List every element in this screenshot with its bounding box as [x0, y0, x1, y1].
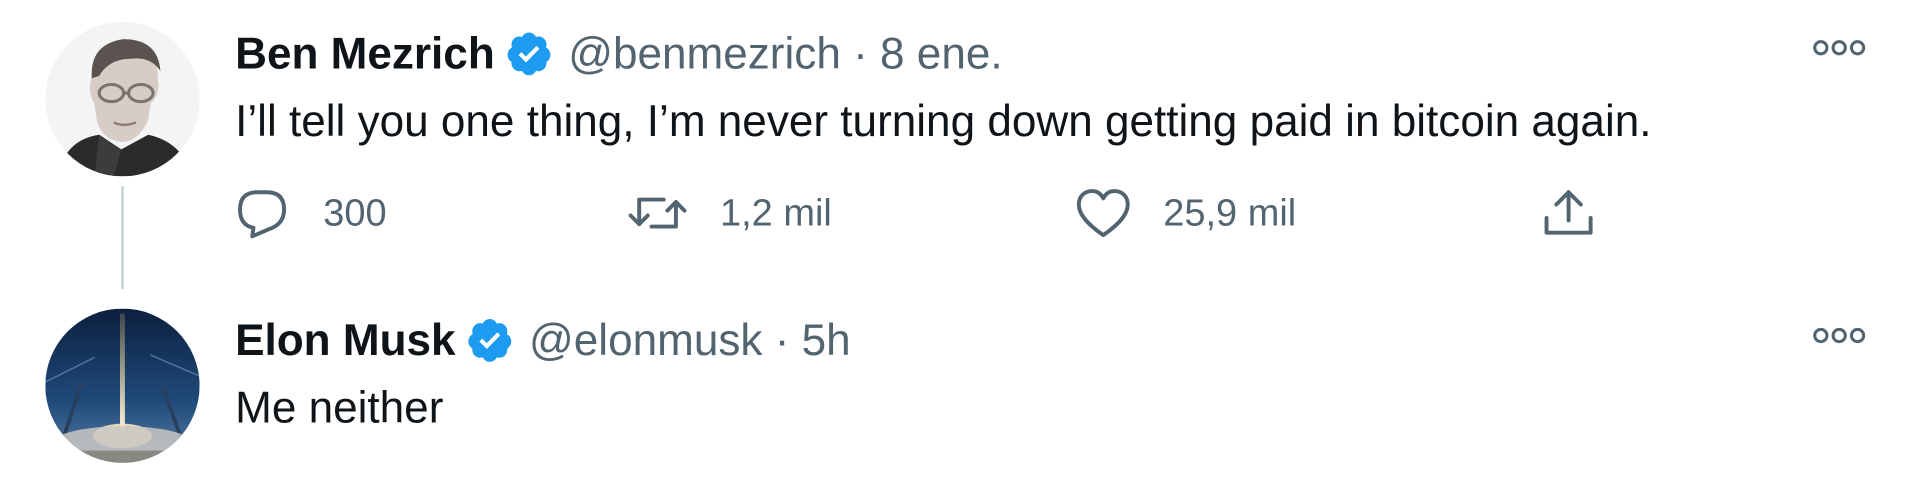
author-name[interactable]: Ben Mezrich — [235, 31, 495, 76]
retweet-icon — [628, 197, 687, 229]
share-button[interactable] — [1540, 186, 1596, 240]
verified-badge-icon — [468, 318, 512, 362]
retweet-count: 1,2 mil — [720, 191, 832, 234]
retweet-button[interactable]: 1,2 mil — [627, 187, 832, 238]
heart-icon — [1076, 189, 1130, 238]
avatar-ben-mezrich[interactable] — [45, 22, 200, 177]
like-count: 25,9 mil — [1163, 191, 1297, 234]
tweet-timestamp[interactable]: 5h — [802, 318, 851, 362]
tweet-text: I’ll tell you one thing, I’m never turni… — [235, 95, 1652, 146]
share-icon — [1544, 190, 1593, 235]
reply-count: 300 — [323, 191, 387, 234]
tweet-header: Elon Musk @elonmusk · 5h — [235, 316, 851, 365]
tweet-timestamp[interactable]: 8 ene. — [880, 31, 1003, 76]
author-handle[interactable]: @benmezrich — [568, 31, 841, 76]
reply-button[interactable]: 300 — [235, 187, 387, 239]
author-name[interactable]: Elon Musk — [235, 318, 455, 362]
more-options-icon[interactable] — [1812, 326, 1866, 346]
thread-connector-line — [121, 186, 124, 289]
tweet-header: Ben Mezrich @benmezrich · 8 ene. — [235, 28, 1003, 79]
verified-badge-icon — [507, 32, 551, 76]
reply-icon — [238, 190, 287, 239]
avatar-elon-musk[interactable] — [45, 308, 200, 463]
author-handle[interactable]: @elonmusk — [529, 318, 762, 362]
separator-dot: · — [853, 28, 868, 79]
tweet-thread: Ben Mezrich @benmezrich · 8 ene. I’ll te… — [0, 0, 1920, 475]
more-options-icon[interactable] — [1812, 38, 1866, 58]
tweet-text: Me neither — [235, 382, 444, 433]
like-button[interactable]: 25,9 mil — [1075, 187, 1296, 238]
separator-dot: · — [774, 314, 790, 365]
